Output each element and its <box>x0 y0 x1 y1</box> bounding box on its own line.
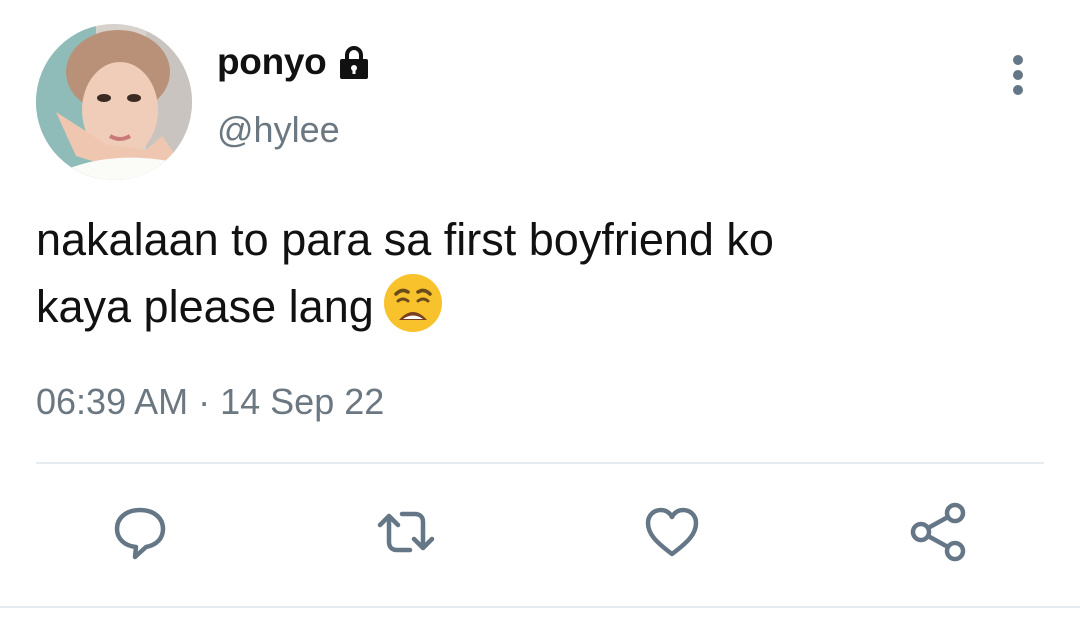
tweet-date: 14 Sep 22 <box>220 381 385 422</box>
like-button[interactable] <box>640 500 704 564</box>
lock-icon <box>336 44 372 80</box>
tweet-text-line: nakalaan to para sa first boyfriend ko <box>36 214 774 265</box>
divider <box>36 462 1044 464</box>
reply-icon <box>114 507 166 560</box>
tweet-text-line-content: kaya please lang <box>36 281 374 332</box>
weary-face-emoji <box>382 272 444 334</box>
bottom-divider <box>0 606 1080 608</box>
user-handle[interactable]: @hylee <box>217 108 340 152</box>
author-header: ponyo <box>217 40 372 84</box>
timestamp-separator: · <box>188 381 221 422</box>
avatar-photo <box>36 24 192 180</box>
retweet-icon <box>377 511 435 553</box>
reply-button[interactable] <box>108 500 172 564</box>
more-vertical-icon[interactable] <box>1000 52 1036 98</box>
share-button[interactable] <box>906 500 970 564</box>
avatar[interactable] <box>36 24 192 180</box>
tweet-timestamp[interactable]: 06:39 AM · 14 Sep 22 <box>36 380 384 424</box>
tweet-actions <box>0 500 1080 570</box>
tweet-text-line: kaya please lang <box>36 272 1036 339</box>
share-icon <box>910 502 966 562</box>
like-icon <box>645 507 699 557</box>
retweet-button[interactable] <box>374 500 438 564</box>
display-name[interactable]: ponyo <box>217 40 327 84</box>
tweet-time: 06:39 AM <box>36 381 189 422</box>
tweet-text: nakalaan to para sa first boyfriend ko k… <box>36 208 1036 339</box>
